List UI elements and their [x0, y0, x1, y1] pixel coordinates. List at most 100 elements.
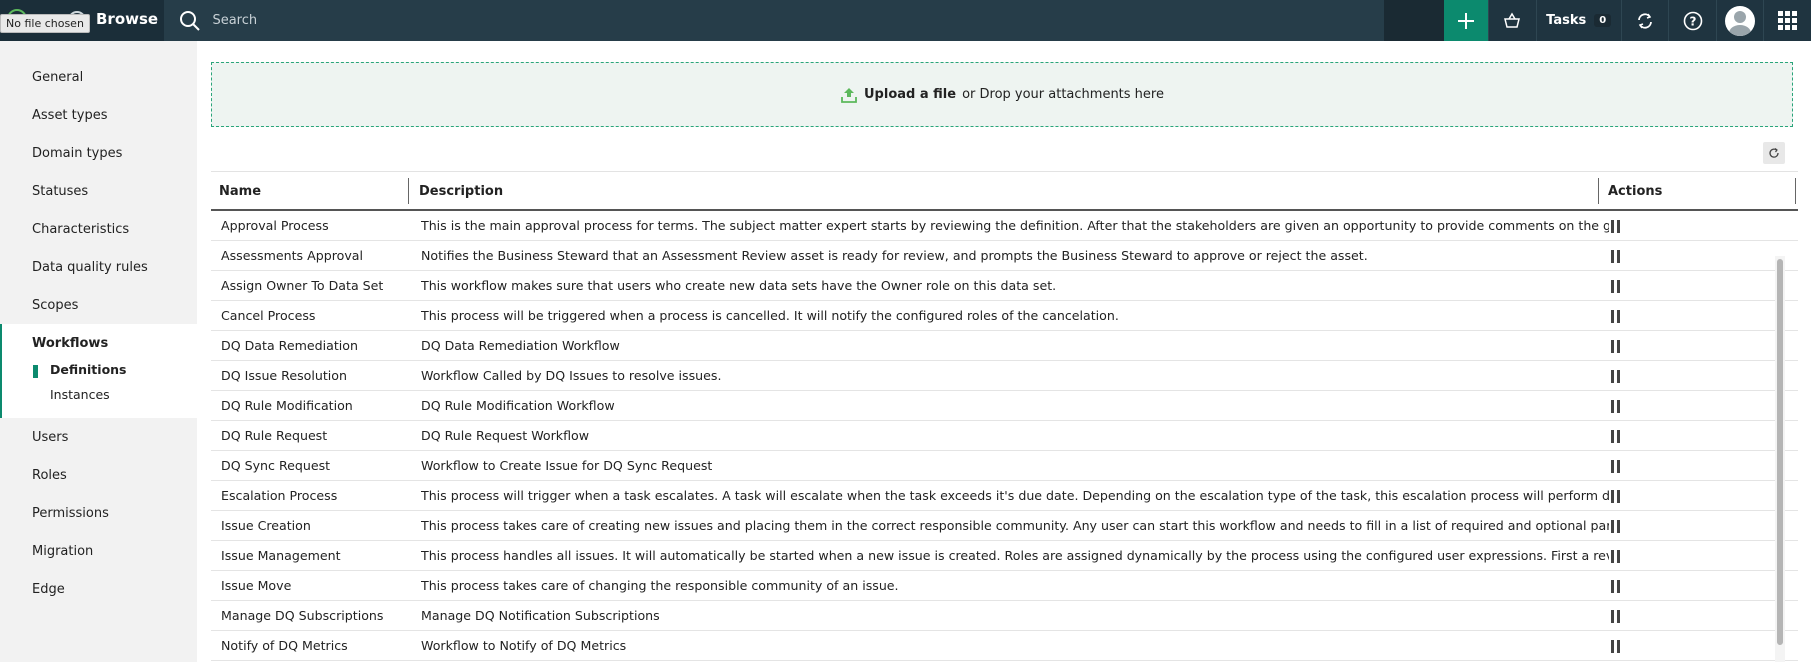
pause-icon[interactable] [1611, 340, 1621, 353]
create-button[interactable] [1444, 0, 1489, 41]
row-name[interactable]: Issue Management [221, 548, 341, 563]
row-name[interactable]: Approval Process [221, 218, 329, 233]
table-row[interactable]: Cancel Process This process will be trigg… [211, 301, 1798, 331]
table-row[interactable]: Escalation Process This process will trig… [211, 481, 1798, 511]
row-description: This process will be triggered when a pr… [421, 308, 1119, 323]
tasks-button[interactable]: Tasks 0 [1535, 0, 1621, 41]
sidebar-item-statuses[interactable]: Statuses [32, 184, 88, 199]
row-name[interactable]: Assessments Approval [221, 248, 363, 263]
scrollbar-thumb[interactable] [1777, 259, 1783, 645]
column-resize-handle[interactable] [1598, 178, 1599, 204]
table-row[interactable]: Manage DQ Subscriptions Manage DQ Notific… [211, 601, 1798, 631]
row-description: This process will trigger when a task es… [421, 488, 1609, 503]
row-name[interactable]: Assign Owner To Data Set [221, 278, 383, 293]
row-name[interactable]: DQ Sync Request [221, 458, 330, 473]
row-name[interactable]: Notify of DQ Metrics [221, 638, 348, 653]
column-header-name[interactable]: Name [219, 184, 261, 199]
pause-icon[interactable] [1611, 610, 1621, 623]
user-menu-button[interactable] [1715, 0, 1764, 41]
app-title[interactable]: Browse [96, 10, 158, 28]
table-row[interactable]: Approval Process This is the main approva… [211, 211, 1798, 241]
pause-icon[interactable] [1611, 370, 1621, 383]
search-icon [180, 10, 201, 31]
search-bar[interactable]: Search [164, 0, 1385, 41]
row-description: Workflow to Notify of DQ Metrics [421, 638, 627, 653]
pause-icon[interactable] [1611, 550, 1621, 563]
row-description: Notifies the Business Steward that an As… [421, 248, 1368, 263]
sync-button[interactable] [1620, 0, 1669, 41]
table-row[interactable]: Notify of DQ Metrics Workflow to Notify o… [211, 631, 1798, 661]
sidebar-item-scopes[interactable]: Scopes [32, 298, 78, 313]
pause-icon[interactable] [1611, 640, 1621, 653]
table-row[interactable]: DQ Rule Request DQ Rule Request Workflow [211, 421, 1798, 451]
row-description: Manage DQ Notification Subscriptions [421, 608, 660, 623]
table-row[interactable]: Assessments Approval Notifies the Busines… [211, 241, 1798, 271]
refresh-button[interactable] [1763, 142, 1785, 164]
pause-icon[interactable] [1611, 310, 1621, 323]
pause-icon[interactable] [1611, 220, 1621, 233]
table-row[interactable]: Issue Management This process handles all… [211, 541, 1798, 571]
pause-icon[interactable] [1611, 250, 1621, 263]
upload-hint: or Drop your attachments here [962, 87, 1164, 102]
pause-icon[interactable] [1611, 430, 1621, 443]
sidebar-item-migration[interactable]: Migration [32, 544, 93, 559]
apps-button[interactable] [1763, 0, 1811, 41]
pause-icon[interactable] [1611, 400, 1621, 413]
pause-icon[interactable] [1611, 490, 1621, 503]
row-name[interactable]: DQ Data Remediation [221, 338, 358, 353]
sidebar-item-edge[interactable]: Edge [32, 582, 65, 597]
sidebar-item-instances[interactable]: Instances [50, 387, 110, 402]
sidebar-item-users[interactable]: Users [32, 430, 68, 445]
top-bar: No file chosen Browse Search Tasks 0 ? [0, 0, 1811, 41]
row-name[interactable]: Manage DQ Subscriptions [221, 608, 383, 623]
row-name[interactable]: Issue Creation [221, 518, 311, 533]
sidebar-section-workflows: Workflows Definitions Instances [0, 324, 197, 418]
pause-icon[interactable] [1611, 460, 1621, 473]
sidebar-item-data-quality-rules[interactable]: Data quality rules [32, 260, 148, 275]
column-header-description[interactable]: Description [419, 184, 503, 199]
table-header: Name Description Actions [211, 171, 1798, 211]
row-description: This process takes care of changing the … [421, 578, 899, 593]
row-description: Workflow Called by DQ Issues to resolve … [421, 368, 722, 383]
sidebar-item-definitions[interactable]: Definitions [50, 362, 127, 377]
upload-dropzone[interactable]: Upload a file or Drop your attachments h… [211, 62, 1793, 127]
help-button[interactable]: ? [1668, 0, 1716, 41]
sidebar-item-asset-types[interactable]: Asset types [32, 108, 107, 123]
table-body: Approval Process This is the main approva… [211, 211, 1798, 661]
pause-icon[interactable] [1611, 280, 1621, 293]
sidebar-item-general[interactable]: General [32, 70, 83, 85]
row-description: Workflow to Create Issue for DQ Sync Req… [421, 458, 713, 473]
row-name[interactable]: DQ Rule Request [221, 428, 327, 443]
basket-button[interactable] [1488, 0, 1536, 41]
refresh-icon [1769, 148, 1779, 158]
pause-icon[interactable] [1611, 580, 1621, 593]
sidebar-item-roles[interactable]: Roles [32, 468, 67, 483]
sidebar-item-workflows[interactable]: Workflows [32, 336, 108, 351]
file-status-tooltip: No file chosen [0, 14, 90, 33]
table-row[interactable]: Assign Owner To Data Set This workflow ma… [211, 271, 1798, 301]
tasks-label: Tasks [1546, 13, 1587, 28]
table-row[interactable]: DQ Data Remediation DQ Data Remediation W… [211, 331, 1798, 361]
upload-file-link[interactable]: Upload a file [864, 87, 956, 102]
table-row[interactable]: DQ Issue Resolution Workflow Called by DQ… [211, 361, 1798, 391]
sidebar-item-characteristics[interactable]: Characteristics [32, 222, 129, 237]
plus-icon [1458, 12, 1475, 29]
row-name[interactable]: DQ Rule Modification [221, 398, 353, 413]
svg-text:?: ? [1689, 14, 1696, 28]
row-name[interactable]: Cancel Process [221, 308, 315, 323]
sidebar-item-permissions[interactable]: Permissions [32, 506, 109, 521]
table-row[interactable]: DQ Rule Modification DQ Rule Modification… [211, 391, 1798, 421]
row-description: This process handles all issues. It will… [421, 548, 1609, 563]
table-row[interactable]: Issue Creation This process takes care of… [211, 511, 1798, 541]
table-row[interactable]: Issue Move This process takes care of cha… [211, 571, 1798, 601]
sidebar-item-domain-types[interactable]: Domain types [32, 146, 122, 161]
row-name[interactable]: Escalation Process [221, 488, 337, 503]
column-resize-handle[interactable] [408, 178, 409, 204]
table-row[interactable]: DQ Sync Request Workflow to Create Issue … [211, 451, 1798, 481]
row-name[interactable]: Issue Move [221, 578, 291, 593]
column-resize-handle[interactable] [1795, 178, 1796, 204]
search-input[interactable]: Search [212, 13, 257, 28]
avatar [1725, 5, 1756, 36]
row-name[interactable]: DQ Issue Resolution [221, 368, 347, 383]
pause-icon[interactable] [1611, 520, 1621, 533]
